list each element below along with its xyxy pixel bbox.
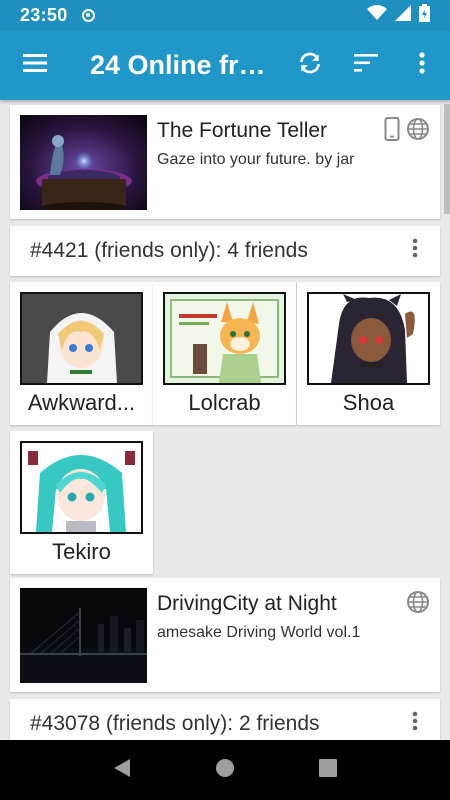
status-time: 23:50 [20,4,68,25]
friend-card[interactable]: Lolcrab [153,282,296,425]
world-title: DrivingCity at Night [157,592,337,615]
hamburger-icon [23,53,47,77]
status-bar: 23:50 [0,0,450,30]
page-title: 24 Online friends [90,49,266,80]
back-icon[interactable] [113,758,131,783]
friend-avatar [20,441,143,534]
app-bar: 24 Online friends [0,30,450,100]
scrollbar[interactable] [444,104,450,214]
world-thumbnail [20,115,147,210]
menu-button[interactable] [0,30,70,100]
friend-name: Tekiro [52,539,111,564]
instance-more-button[interactable] [390,226,440,276]
friend-card[interactable]: Tekiro [10,431,153,574]
world-subtitle: amesake Driving World vol.1 [157,624,361,641]
sort-icon [354,53,378,77]
refresh-button[interactable] [282,30,338,100]
globe-icon [406,590,430,619]
friend-card[interactable]: Shoa [297,282,440,425]
refresh-icon [297,50,323,81]
more-vert-icon [412,711,418,737]
globe-icon [406,117,430,146]
more-vert-icon [419,51,425,79]
friend-name: Lolcrab [188,390,261,415]
wifi-icon [367,4,387,26]
world-title: The Fortune Teller [157,119,328,142]
system-nav-bar [0,740,450,800]
friend-card[interactable]: Awkward... [10,282,153,425]
instance-header[interactable]: #4421 (friends only): 4 friends [10,226,440,276]
more-vert-icon [412,238,418,264]
instance-label: #4421 (friends only): 4 friends [30,239,308,262]
overflow-menu-button[interactable] [394,30,450,100]
friend-name: Shoa [342,390,395,415]
friend-avatar [20,292,143,385]
battery-charging-icon [419,3,430,27]
signal-icon [395,4,411,26]
home-icon[interactable] [215,758,235,783]
friend-name: Awkward... [27,390,136,415]
friend-avatar [163,292,286,385]
instance-label: #43078 (friends only): 2 friends [30,712,320,735]
notification-dot-icon [81,8,95,22]
mobile-platform-icon [382,117,402,146]
world-subtitle: Gaze into your future. by jar [157,151,355,168]
world-thumbnail [20,588,147,683]
world-card[interactable]: DrivingCity at Night amesake Driving Wor… [10,578,440,692]
friend-avatar [307,292,430,385]
sort-button[interactable] [338,30,394,100]
world-card[interactable]: The Fortune Teller Gaze into your future… [10,105,440,219]
instance-header[interactable]: #43078 (friends only): 2 friends [10,699,440,740]
instance-more-button[interactable] [390,699,440,740]
recents-icon[interactable] [319,758,337,782]
friends-list[interactable]: The Fortune Teller Gaze into your future… [0,100,450,740]
